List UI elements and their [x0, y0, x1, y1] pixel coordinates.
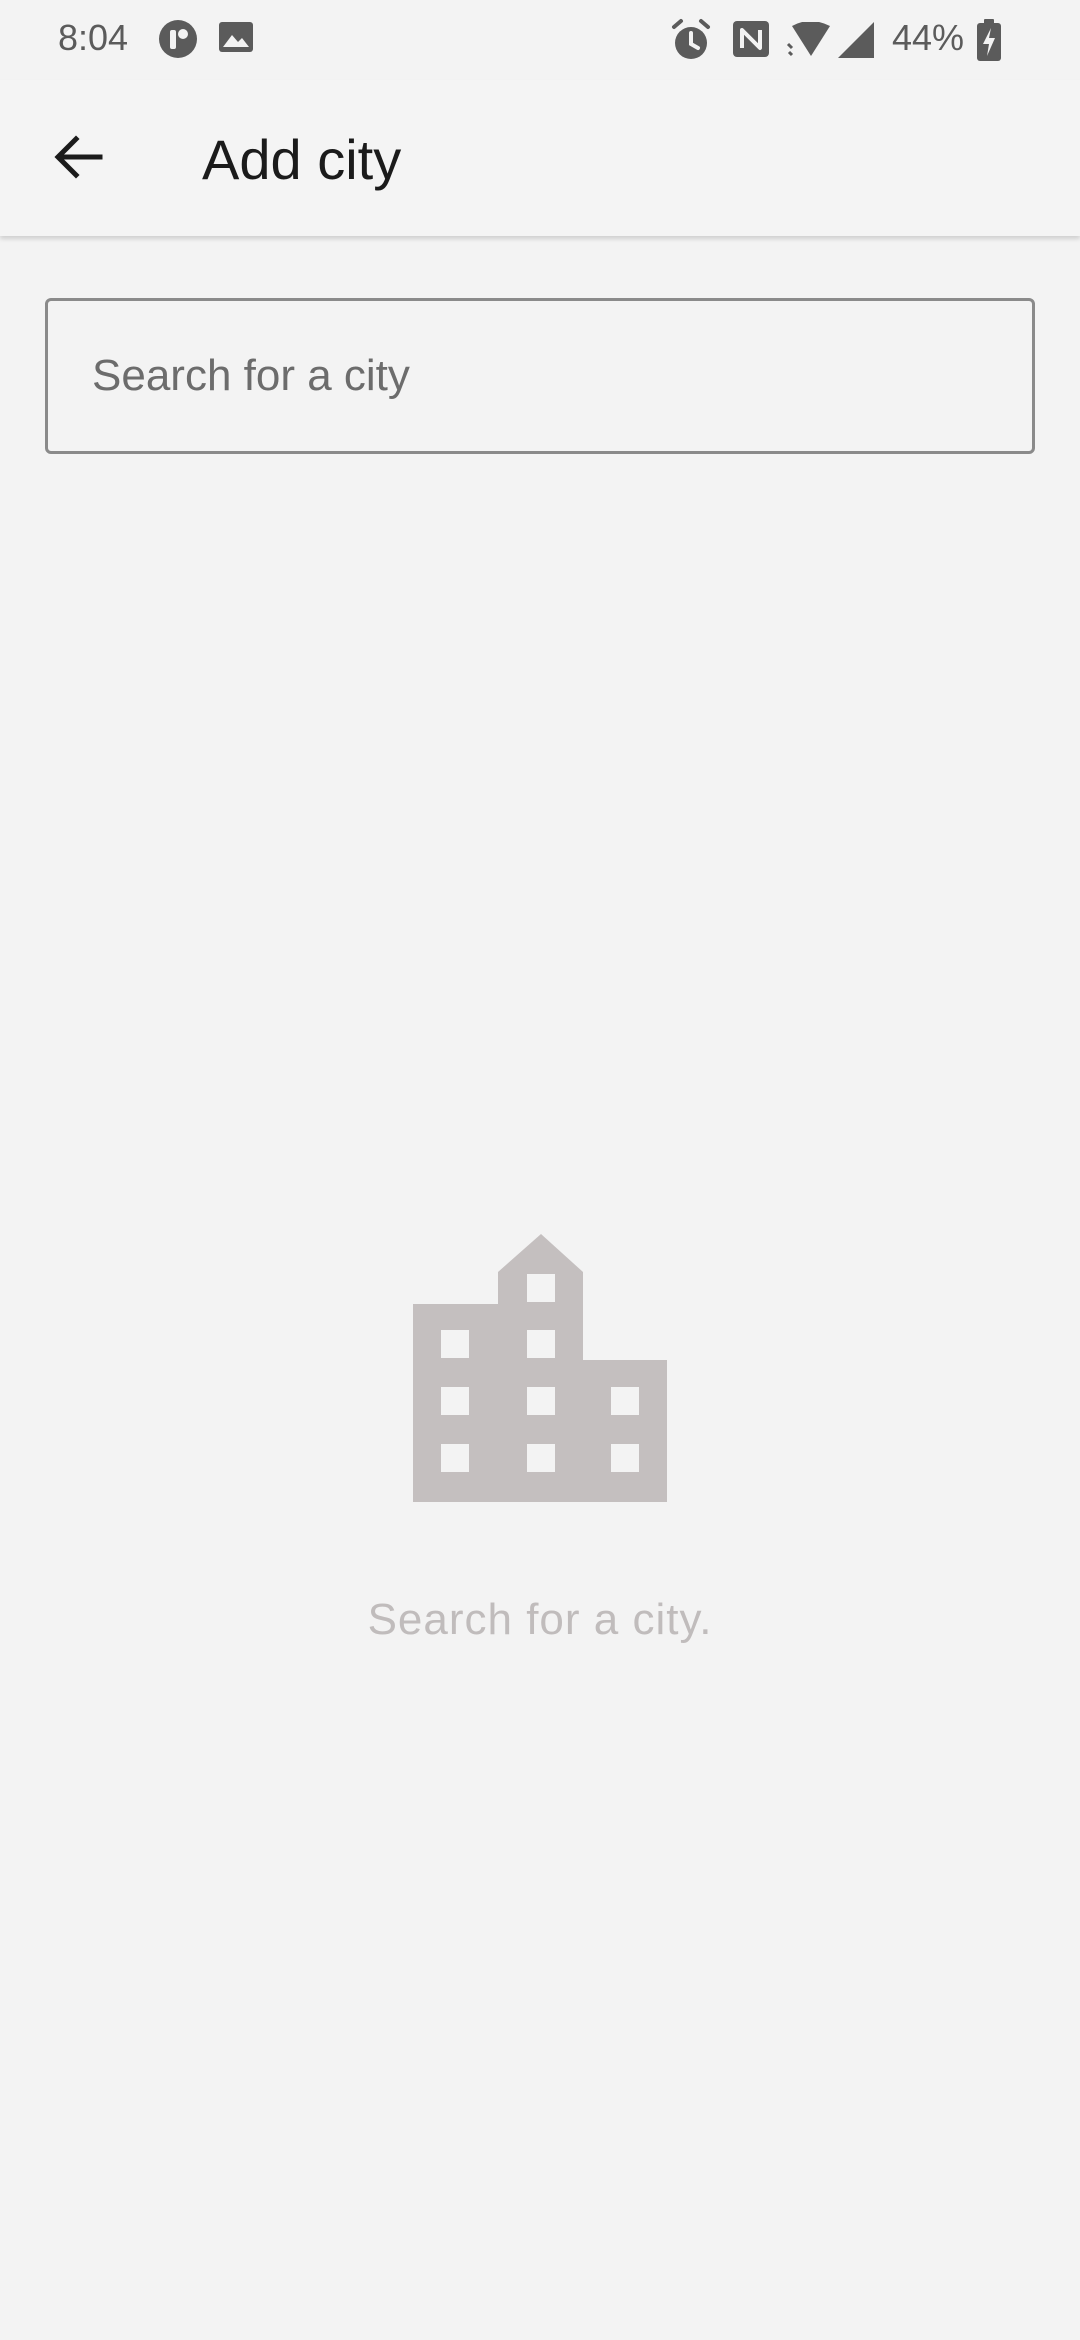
- back-button[interactable]: [28, 116, 128, 202]
- status-time: 8:04: [58, 17, 129, 58]
- wifi-icon: [786, 21, 834, 65]
- battery-percent: 44%: [892, 17, 965, 58]
- arrow-left-icon: [52, 133, 104, 186]
- nfc-icon: [732, 20, 770, 63]
- page-title: Add city: [202, 128, 402, 191]
- app-notification-icon: [158, 19, 198, 64]
- search-input[interactable]: [48, 301, 1032, 451]
- image-icon: [218, 19, 254, 60]
- cellular-signal-icon: [836, 20, 876, 65]
- empty-state-message: Search for a city.: [367, 1595, 713, 1644]
- status-bar: 8:04 44%: [0, 0, 1080, 80]
- city-buildings-icon: [413, 1234, 667, 1502]
- add-city-screen: 8:04 44% Add city Search for a city Sear…: [0, 0, 1080, 2340]
- app-bar: Add city: [0, 80, 1080, 236]
- search-field[interactable]: [45, 298, 1035, 454]
- alarm-icon: [670, 18, 712, 67]
- battery-charging-icon: [975, 18, 1003, 67]
